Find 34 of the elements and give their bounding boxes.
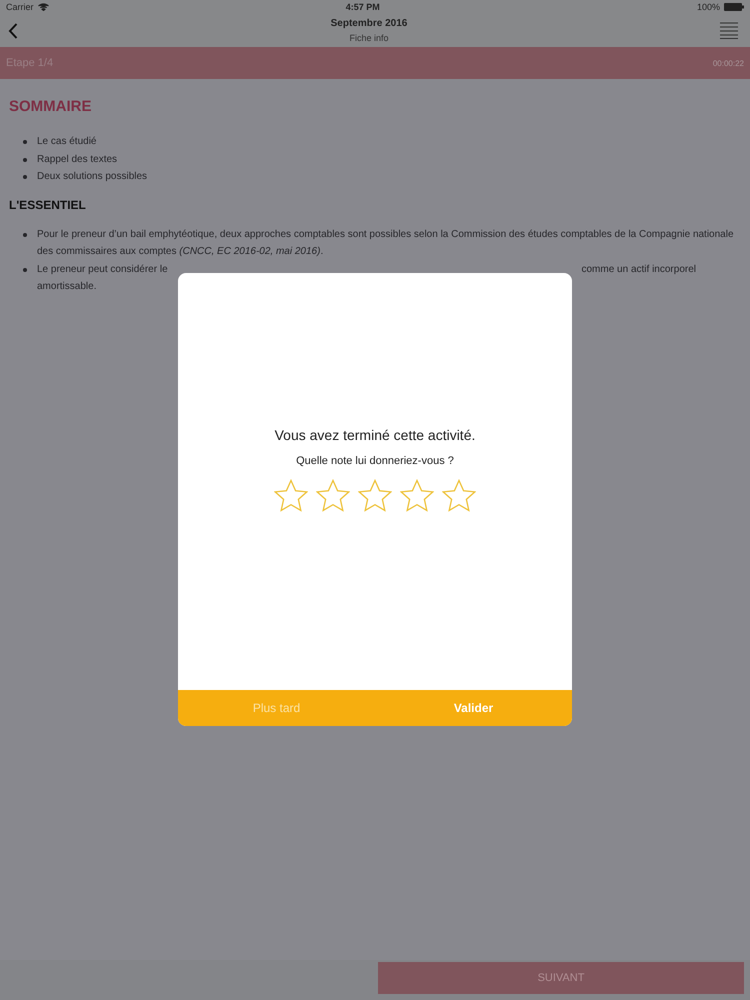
bullet-icon (23, 268, 27, 272)
bullet-icon (23, 140, 27, 144)
wifi-icon (38, 3, 49, 11)
paragraph-fragment: Le preneur peut considérer le (37, 262, 168, 276)
battery-percent: 100% (696, 2, 720, 12)
dialog-button[interactable]: Valider (375, 690, 572, 726)
battery-icon (724, 3, 744, 11)
nav-subtitle: Fiche info (349, 33, 389, 43)
list-item: Le cas étudié (37, 135, 96, 149)
dialog-title: Vous avez terminé cette activité. (274, 426, 476, 442)
star-icon[interactable] (400, 478, 434, 512)
section-heading: L'ESSENTIEL (9, 198, 87, 212)
section-heading: SOMMAIRE (9, 98, 92, 115)
paragraph-fragment: amortissable. (37, 280, 96, 294)
star-icon[interactable] (442, 478, 476, 512)
timer-label: 00:00:22 (712, 58, 744, 68)
next-button[interactable]: SUIVANT (378, 962, 744, 994)
paragraph-fragment: comme un actif incorporel (582, 262, 696, 276)
dialog-question: Quelle note lui donneriez-vous ? (296, 454, 454, 466)
star-icon[interactable] (358, 478, 392, 512)
carrier-label: Carrier (6, 2, 34, 12)
bullet-icon (23, 158, 27, 162)
bullet-icon (23, 175, 27, 179)
status-time: 4:57 PM (344, 2, 381, 12)
bullet-icon (23, 232, 27, 236)
paragraph: Pour le preneur d’un bail emphytéotique, deux approches comptables sont possibles selon la Commission des études comptables de la Compagnie nationale des commissaires aux comptes (CNCC, EC 2016-02, mai 2016). (37, 228, 735, 259)
nav-title: Septembre 2016 (330, 18, 408, 29)
star-icon[interactable] (316, 478, 350, 512)
back-icon[interactable] (8, 22, 18, 38)
list-item: Rappel des textes (37, 152, 118, 166)
menu-icon[interactable] (720, 22, 738, 39)
star-icon[interactable] (274, 478, 308, 512)
list-item: Deux solutions possibles (37, 170, 148, 184)
dialog-button[interactable]: Plus tard (178, 690, 375, 726)
